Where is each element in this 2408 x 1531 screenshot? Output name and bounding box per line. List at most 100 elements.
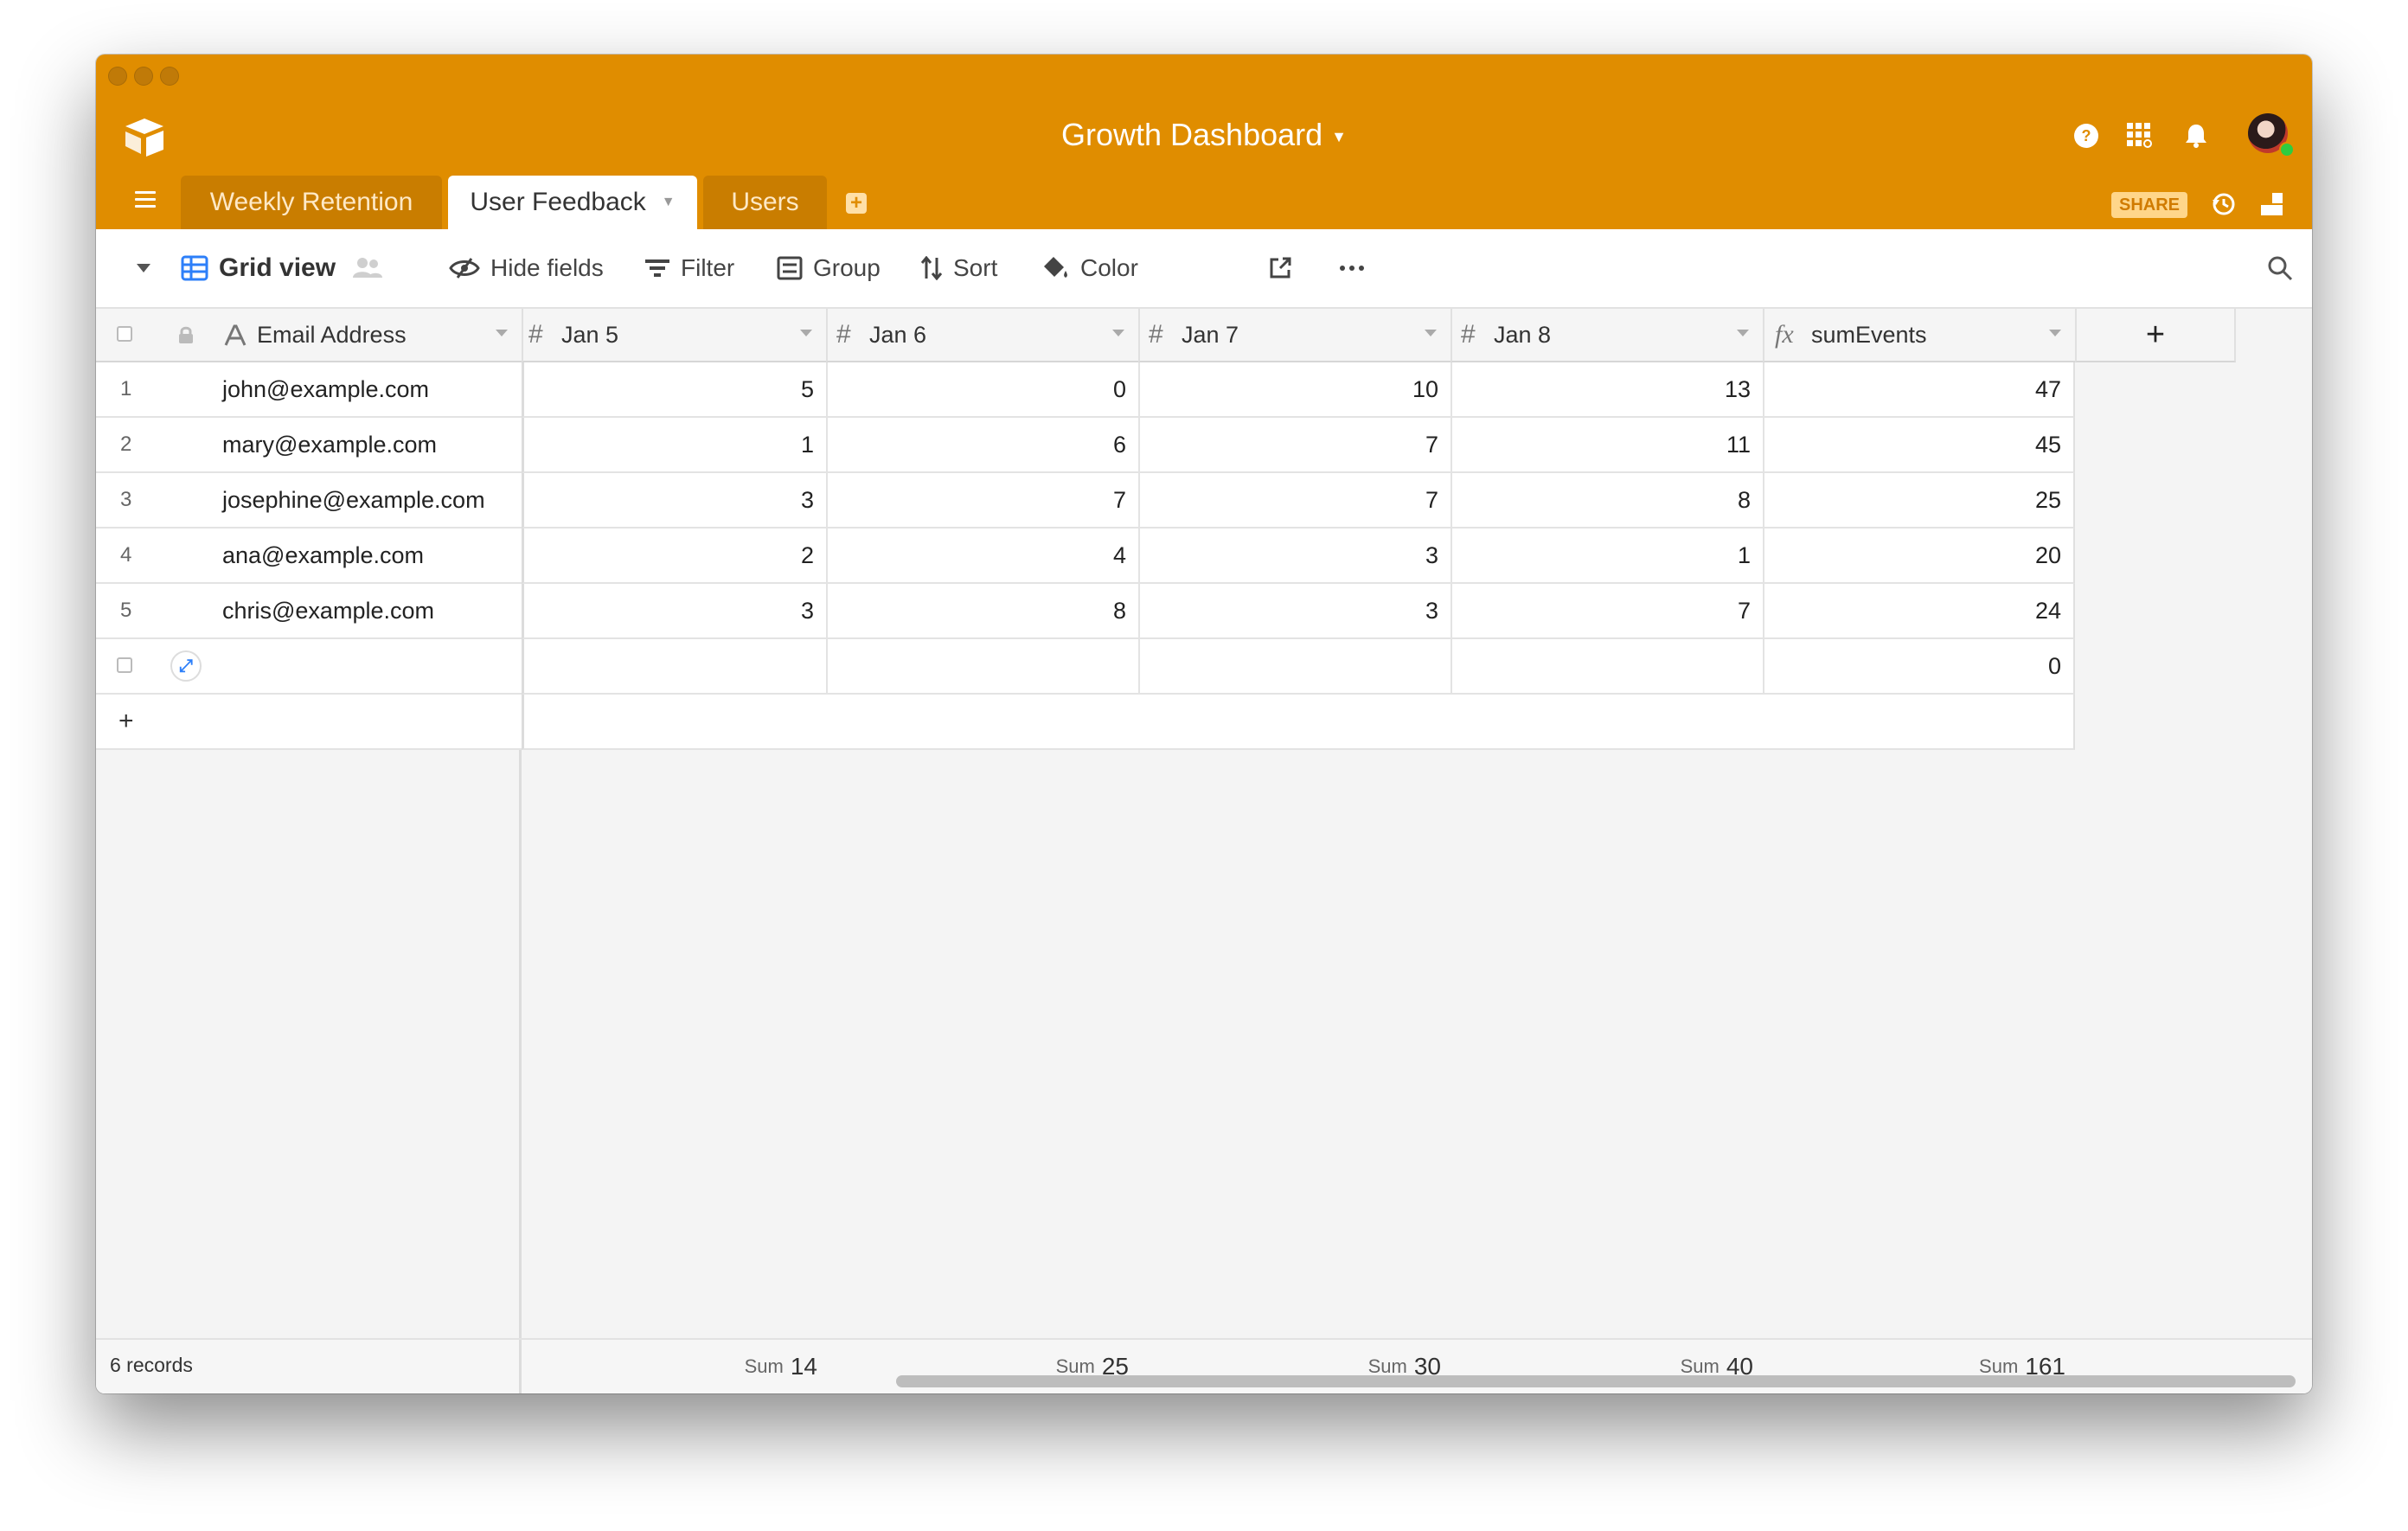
horizontal-scrollbar[interactable] bbox=[896, 1375, 2296, 1387]
menu-icon[interactable] bbox=[135, 191, 156, 208]
cell-sum[interactable]: 0 bbox=[1763, 639, 2075, 695]
cell-jan8[interactable]: 7 bbox=[1451, 584, 1763, 639]
column-name: Jan 7 bbox=[1182, 321, 1239, 348]
cell-jan8[interactable] bbox=[1451, 639, 1763, 695]
cell-jan5[interactable]: 2 bbox=[522, 528, 826, 584]
select-all-checkbox[interactable] bbox=[117, 326, 132, 342]
primary-cell[interactable]: 5 chris@example.com bbox=[96, 584, 522, 639]
primary-header: Email Address bbox=[96, 309, 522, 362]
formula-field-icon: fx bbox=[1775, 320, 1794, 349]
hide-fields-label: Hide fields bbox=[490, 254, 604, 281]
window-minimize-button[interactable] bbox=[134, 67, 153, 86]
share-button[interactable]: SHARE bbox=[2111, 192, 2187, 218]
column-menu-icon[interactable] bbox=[1737, 330, 1749, 336]
search-button[interactable] bbox=[2267, 229, 2293, 307]
tab-weekly-retention[interactable]: Weekly Retention bbox=[181, 176, 442, 229]
column-header-jan6[interactable]: # Jan 6 bbox=[826, 309, 1138, 362]
cell-jan6[interactable]: 6 bbox=[826, 418, 1138, 473]
column-menu-icon[interactable] bbox=[1112, 330, 1124, 336]
column-menu-icon[interactable] bbox=[1425, 330, 1437, 336]
add-field-button[interactable]: + bbox=[2075, 309, 2236, 362]
primary-cell[interactable]: 2 mary@example.com bbox=[96, 418, 522, 473]
base-title[interactable]: Growth Dashboard ▼ bbox=[96, 117, 2312, 153]
column-header-jan8[interactable]: # Jan 8 bbox=[1451, 309, 1763, 362]
app-window: Growth Dashboard ▼ ? Weekly Retention Use… bbox=[96, 54, 2312, 1393]
tab-users[interactable]: Users bbox=[703, 176, 827, 229]
sort-button[interactable]: Sort bbox=[920, 229, 997, 307]
cell-sum[interactable]: 47 bbox=[1763, 362, 2075, 418]
plus-icon: + bbox=[118, 707, 134, 735]
email-value: josephine@example.com bbox=[222, 486, 485, 513]
cell-jan5[interactable]: 5 bbox=[522, 362, 826, 418]
primary-cell[interactable]: 1 john@example.com bbox=[96, 362, 522, 418]
grid-view-selector[interactable]: Grid view bbox=[181, 229, 393, 307]
view-switcher-toggle[interactable] bbox=[136, 229, 151, 307]
cell-jan6[interactable]: 8 bbox=[826, 584, 1138, 639]
more-options-button[interactable] bbox=[1339, 229, 1365, 307]
column-menu-icon[interactable] bbox=[496, 330, 508, 336]
cell-jan8[interactable]: 1 bbox=[1451, 528, 1763, 584]
tab-label: User Feedback bbox=[470, 188, 646, 216]
cell-jan8[interactable]: 11 bbox=[1451, 418, 1763, 473]
share-view-button[interactable] bbox=[1268, 229, 1292, 307]
chevron-down-icon[interactable]: ▼ bbox=[662, 195, 676, 210]
cell-jan7[interactable] bbox=[1138, 639, 1451, 695]
cell-sum[interactable]: 20 bbox=[1763, 528, 2075, 584]
cell-jan7[interactable]: 7 bbox=[1138, 473, 1451, 528]
plus-icon: + bbox=[2145, 316, 2166, 353]
column-menu-icon[interactable] bbox=[2049, 330, 2061, 336]
column-name: sumEvents bbox=[1811, 321, 1927, 348]
blocks-icon[interactable] bbox=[2257, 189, 2288, 220]
expand-record-icon[interactable]: ⤢ bbox=[170, 650, 202, 682]
bell-icon[interactable] bbox=[2181, 120, 2212, 151]
row-number: 4 bbox=[120, 543, 132, 567]
column-header-sumevents[interactable]: fx sumEvents bbox=[1763, 309, 2075, 362]
color-button[interactable]: Color bbox=[1041, 229, 1138, 307]
cell-jan7[interactable]: 3 bbox=[1138, 528, 1451, 584]
add-record-row[interactable] bbox=[522, 695, 2075, 750]
row-number: 2 bbox=[120, 432, 132, 456]
history-icon[interactable] bbox=[2208, 189, 2239, 220]
cell-sum[interactable]: 24 bbox=[1763, 584, 2075, 639]
hide-fields-button[interactable]: Hide fields bbox=[449, 229, 604, 307]
window-zoom-button[interactable] bbox=[160, 67, 179, 86]
sort-label: Sort bbox=[953, 254, 998, 281]
cell-sum[interactable]: 45 bbox=[1763, 418, 2075, 473]
add-record-button[interactable]: + bbox=[96, 695, 522, 750]
cell-jan5[interactable] bbox=[522, 639, 826, 695]
cell-sum[interactable]: 25 bbox=[1763, 473, 2075, 528]
cell-jan5[interactable]: 3 bbox=[522, 584, 826, 639]
add-table-icon[interactable]: + bbox=[846, 193, 867, 214]
group-label: Group bbox=[813, 254, 881, 281]
column-header-email[interactable]: Email Address bbox=[257, 322, 407, 349]
cell-jan8[interactable]: 8 bbox=[1451, 473, 1763, 528]
column-header-jan7[interactable]: # Jan 7 bbox=[1138, 309, 1451, 362]
cell-jan7[interactable]: 10 bbox=[1138, 362, 1451, 418]
blank-record-primary-cell[interactable]: ⤢ bbox=[96, 639, 522, 695]
summary-jan5[interactable]: Sum 14 bbox=[522, 1340, 817, 1393]
collaborators-icon bbox=[353, 257, 383, 279]
primary-cell[interactable]: 4 ana@example.com bbox=[96, 528, 522, 584]
cell-jan6[interactable]: 0 bbox=[826, 362, 1138, 418]
cell-jan7[interactable]: 3 bbox=[1138, 584, 1451, 639]
help-icon[interactable]: ? bbox=[2071, 120, 2102, 151]
cell-jan6[interactable]: 4 bbox=[826, 528, 1138, 584]
cell-jan5[interactable]: 1 bbox=[522, 418, 826, 473]
window-close-button[interactable] bbox=[108, 67, 127, 86]
search-icon bbox=[2268, 256, 2293, 281]
filter-button[interactable]: Filter bbox=[644, 229, 734, 307]
row-checkbox[interactable] bbox=[117, 657, 132, 673]
tab-user-feedback[interactable]: User Feedback ▼ bbox=[448, 176, 697, 229]
cell-jan6[interactable]: 7 bbox=[826, 473, 1138, 528]
cell-jan8[interactable]: 13 bbox=[1451, 362, 1763, 418]
summary-label: Sum bbox=[744, 1355, 784, 1377]
group-button[interactable]: Group bbox=[777, 229, 881, 307]
cell-jan7[interactable]: 7 bbox=[1138, 418, 1451, 473]
primary-cell[interactable]: 3 josephine@example.com bbox=[96, 473, 522, 528]
cell-jan6[interactable] bbox=[826, 639, 1138, 695]
apps-grid-icon[interactable] bbox=[2124, 120, 2155, 151]
cell-jan5[interactable]: 3 bbox=[522, 473, 826, 528]
column-menu-icon[interactable] bbox=[800, 330, 812, 336]
column-header-jan5[interactable]: # Jan 5 bbox=[522, 309, 826, 362]
tab-label: Users bbox=[731, 188, 799, 216]
